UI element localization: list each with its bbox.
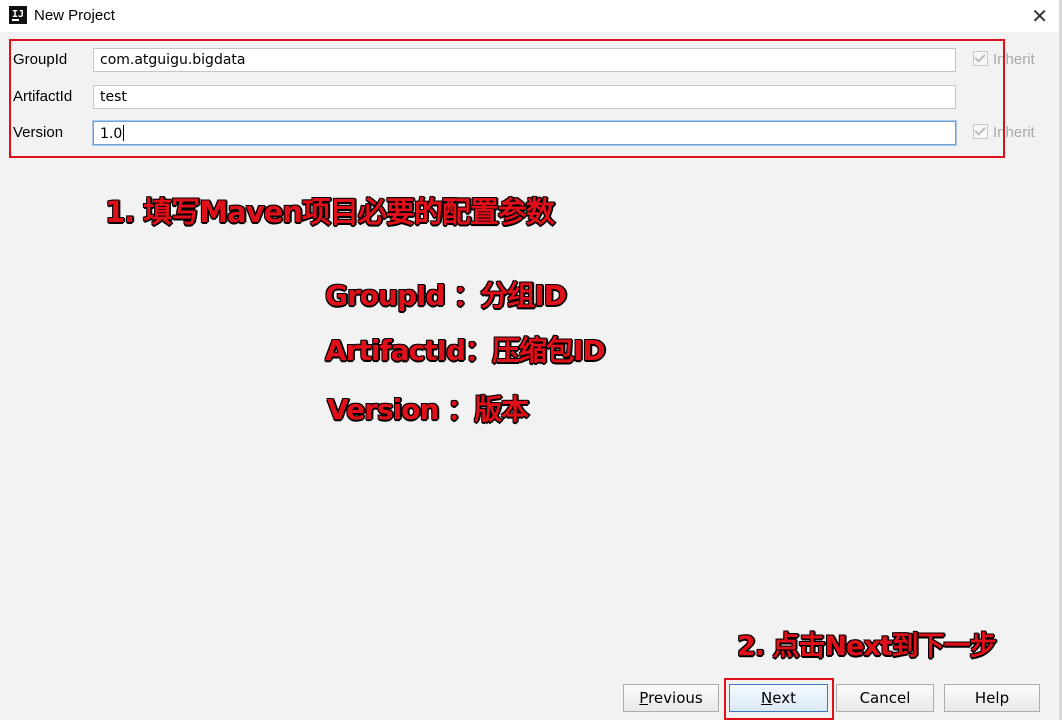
annotation-version: Version ：版本	[327, 393, 529, 426]
fields-highlight-box	[9, 39, 1005, 158]
close-icon[interactable]: ✕	[1031, 4, 1048, 28]
window-title: New Project	[34, 7, 115, 24]
cancel-button[interactable]: Cancel	[836, 684, 934, 712]
mnemonic: N	[761, 689, 773, 707]
annotation-step1: 1. 填写Maven项目必要的配置参数	[105, 195, 555, 229]
previous-button[interactable]: Previous	[623, 684, 719, 712]
next-button[interactable]: Next	[729, 684, 828, 712]
title-bar: IJ New Project ✕	[0, 0, 1062, 32]
intellij-idea-icon: IJ	[9, 6, 27, 24]
annotation-artifactid: ArtifactId：压缩包ID	[325, 334, 606, 367]
annotation-groupid: GroupId ：分组ID	[325, 279, 567, 312]
help-button[interactable]: Help	[944, 684, 1040, 712]
mnemonic: P	[639, 689, 649, 707]
button-label: ext	[772, 689, 796, 707]
annotation-step2: 2. 点击Next到下一步	[737, 631, 997, 662]
button-label: revious	[648, 689, 703, 707]
